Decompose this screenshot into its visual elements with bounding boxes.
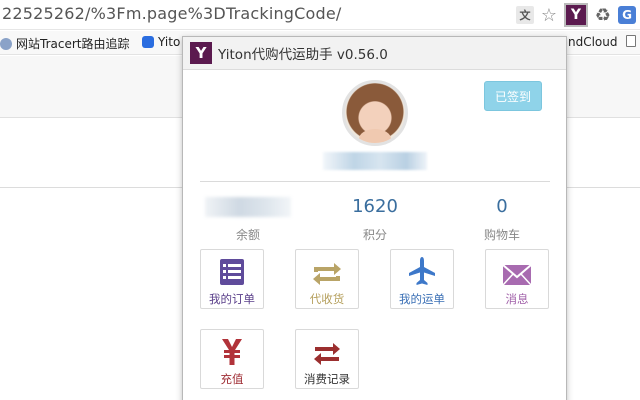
stat-cart[interactable]: 0 购物车 [452, 193, 552, 243]
balance-value [198, 193, 298, 221]
cart-label: 购物车 [483, 228, 520, 242]
balance-label: 余额 [235, 228, 260, 242]
spending-records-button[interactable]: 消费记录 [295, 329, 359, 389]
messages-button[interactable]: 消息 [485, 249, 549, 309]
orders-list-icon [201, 250, 263, 286]
transfer-arrows-icon [296, 330, 358, 366]
envelope-icon [486, 250, 548, 286]
points-label: 积分 [362, 228, 387, 242]
divider [200, 181, 550, 182]
stat-points[interactable]: 1620 积分 [325, 193, 425, 243]
avatar[interactable] [342, 80, 408, 146]
google-translate-icon[interactable]: G [618, 6, 636, 24]
recycle-icon[interactable]: ♻ [592, 4, 614, 26]
tile-label: 充值 [220, 372, 244, 386]
tile-label: 我的运单 [399, 292, 445, 306]
cloud-icon [142, 36, 154, 48]
yen-icon [201, 330, 263, 366]
bookmark-label: 网站Tracert路由追踪 [16, 37, 130, 51]
bookmark-yiton[interactable]: Yito [142, 35, 180, 49]
tile-label: 消息 [505, 292, 529, 306]
airplane-icon [391, 250, 453, 286]
bookmark-star-icon[interactable]: ☆ [538, 4, 560, 26]
receive-goods-button[interactable]: 代收货 [295, 249, 359, 309]
username-redacted [323, 152, 427, 170]
avatar-shoulder [359, 129, 391, 143]
popup-title: Yiton代购代运助手 v0.56.0 [218, 47, 388, 63]
bookmark-label: Yito [158, 35, 181, 49]
bookmark-tracert[interactable]: 网站Tracert路由追踪 [0, 35, 129, 52]
tile-label: 代收货 [309, 292, 345, 306]
bookmark-cloud[interactable]: ndCloud [568, 35, 618, 49]
receive-goods-icon [296, 250, 358, 286]
my-waybills-button[interactable]: 我的运单 [390, 249, 454, 309]
tile-label: 我的订单 [209, 292, 255, 306]
page-icon [626, 35, 636, 47]
url-text[interactable]: 22525262/%3Fm.page%3DTrackingCode/ [2, 4, 342, 23]
stat-balance[interactable]: 余额 [198, 193, 298, 243]
my-orders-button[interactable]: 我的订单 [200, 249, 264, 309]
extension-icons: 文 ☆ Y ♻ G [516, 3, 636, 27]
translate-icon[interactable]: 文 [516, 6, 534, 24]
globe-icon [0, 37, 12, 50]
tile-label: 消费记录 [304, 372, 350, 386]
popup-header: Y Yiton代购代运助手 v0.56.0 [183, 37, 566, 70]
checkin-button[interactable]: 已签到 [484, 81, 542, 111]
cart-value: 0 [496, 196, 508, 217]
recharge-button[interactable]: 充值 [200, 329, 264, 389]
extension-popup: Y Yiton代购代运助手 v0.56.0 已签到 余额 1620 积分 0 购… [182, 36, 567, 400]
yiton-extension-icon[interactable]: Y [564, 3, 588, 27]
yiton-logo-icon: Y [190, 42, 212, 64]
address-bar[interactable]: 22525262/%3Fm.page%3DTrackingCode/ 文 ☆ Y… [0, 0, 640, 30]
bookmark-label: ndCloud [568, 35, 618, 49]
balance-redacted [205, 197, 291, 217]
points-value: 1620 [352, 196, 398, 217]
bookmark-page[interactable] [626, 35, 636, 47]
